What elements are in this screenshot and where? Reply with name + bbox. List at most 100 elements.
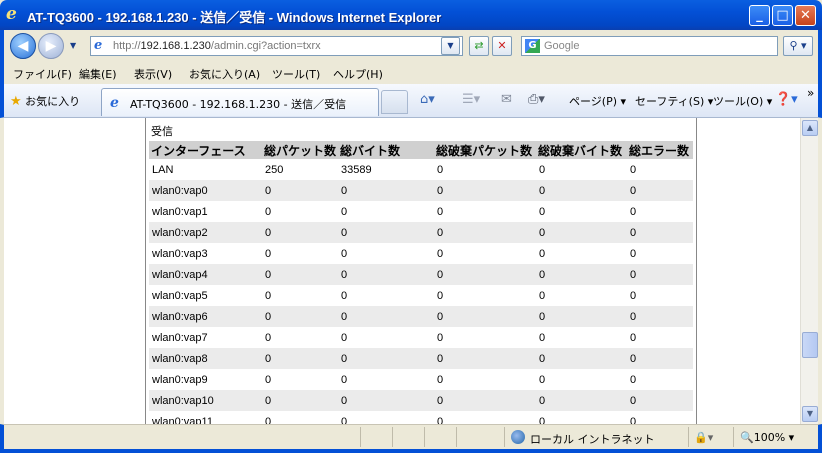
menu-help[interactable]: ヘルプ(H) [333,66,383,82]
value-cell: 0 [437,373,444,386]
status-divider [456,427,457,447]
new-tab-button[interactable] [381,90,408,114]
value-cell: 0 [539,331,546,344]
value-cell: 0 [262,264,338,285]
value-cell: 0 [630,415,637,425]
feeds-icon[interactable]: ☰▾ [462,92,480,107]
menu-favorites[interactable]: お気に入り(A) [189,66,260,82]
value-cell: 0 [434,264,536,285]
value-cell: 0 [437,331,444,344]
mail-icon[interactable]: ✉ [501,92,512,107]
protected-mode-icon[interactable]: 🔒▾ [694,431,713,444]
value-cell: 0 [262,222,338,243]
history-dropdown-icon[interactable]: ▼ [70,41,80,51]
interface-cell: wlan0:vap10 [149,390,262,411]
tab-active[interactable]: e AT-TQ3600 - 192.168.1.230 - 送信／受信 [101,88,379,116]
forward-button[interactable]: ▶ [38,33,64,59]
value-cell: 0 [437,415,444,425]
scroll-down-button[interactable]: ▼ [802,406,818,422]
table-row: wlan0:vap0 0 0 0 0 0 [149,180,693,201]
address-input[interactable]: e http://192.168.1.230/admin.cgi?action=… [90,36,463,56]
tools-menu[interactable]: ツール(O) ▾ [713,93,772,109]
scroll-up-button[interactable]: ▲ [802,120,818,136]
value-cell: 0 [630,247,637,260]
value-cell: 0 [262,306,338,327]
menu-view[interactable]: 表示(V) [134,66,172,82]
interface-cell: wlan0:vap1 [152,205,208,218]
column-header: インターフェース [149,141,262,159]
chevron-up-icon: ▲ [806,123,814,132]
value-cell: 0 [338,306,434,327]
status-divider [392,427,393,447]
vertical-scrollbar[interactable]: ▲ ▼ [800,118,818,424]
value-cell: 0 [437,247,444,260]
value-cell: 0 [341,331,348,344]
interface-cell: wlan0:vap3 [152,247,208,260]
menu-file[interactable]: ファイル(F) [13,66,72,82]
table-row: wlan0:vap6 0 0 0 0 0 [149,306,693,327]
home-icon[interactable]: ⌂▾ [420,92,435,107]
page-menu[interactable]: ページ(P) ▾ [569,93,626,109]
back-button[interactable]: ◀ [10,33,36,59]
maximize-button[interactable]: □ [772,5,793,26]
safety-menu[interactable]: セーフティ(S) ▾ [635,93,713,109]
value-cell: 0 [338,222,434,243]
value-cell: 0 [536,348,627,369]
value-cell: 0 [341,205,348,218]
value-cell: 0 [265,331,272,344]
value-cell: 0 [627,306,693,327]
value-cell: 0 [539,373,546,386]
table-row: wlan0:vap10 0 0 0 0 0 [149,390,693,411]
table-row: wlan0:vap9 0 0 0 0 0 [149,369,693,390]
search-placeholder: Google [544,40,580,52]
stop-button[interactable]: ✕ [492,36,512,56]
maximize-icon: □ [776,8,789,23]
interface-cell: wlan0:vap0 [149,180,262,201]
value-cell: 0 [341,289,348,302]
interface-cell: wlan0:vap5 [152,289,208,302]
address-toolbar: ◀ ▶ ▼ e http://192.168.1.230/admin.cgi?a… [0,30,822,61]
value-cell: 0 [338,264,434,285]
google-logo-icon: G [525,39,540,53]
table-row: wlan0:vap2 0 0 0 0 0 [149,222,693,243]
table-row: wlan0:vap8 0 0 0 0 0 [149,348,693,369]
search-input[interactable]: G Google [521,36,778,56]
menu-edit[interactable]: 編集(E) [79,66,117,82]
value-cell: 0 [338,348,434,369]
page-content: 受信 インターフェース 総パケット数 総バイト数 総破棄パケット数 総破棄バイト… [4,118,800,424]
content-border-right [696,118,697,424]
favorites-button[interactable]: ★ お気に入り [10,93,80,109]
chevron-down-icon: ▼ [447,41,454,50]
print-icon[interactable]: ⎙▾ [528,92,545,107]
status-divider [688,427,689,447]
scroll-thumb[interactable] [802,332,818,358]
table-row: wlan0:vap3 0 0 0 0 0 [149,243,693,264]
value-cell: 0 [262,348,338,369]
zoom-level[interactable]: 🔍100% ▾ [740,431,794,444]
value-cell: 0 [437,163,444,176]
help-icon[interactable]: ❓▾ [775,92,798,107]
window-title: AT-TQ3600 - 192.168.1.230 - 送信／受信 - Wind… [27,10,442,25]
value-cell: 0 [536,264,627,285]
interface-cell: wlan0:vap9 [152,373,208,386]
value-cell: 0 [341,247,348,260]
minimize-button[interactable]: _ [749,5,770,26]
close-button[interactable]: ✕ [795,5,816,26]
value-cell: 0 [539,289,546,302]
refresh-button[interactable]: ⇄ [469,36,489,56]
value-cell: 0 [630,331,637,344]
overflow-chevron-icon[interactable]: » [807,86,814,100]
value-cell: 0 [434,180,536,201]
value-cell: 0 [627,180,693,201]
menu-tools[interactable]: ツール(T) [272,66,320,82]
value-cell: 0 [630,205,637,218]
value-cell: 0 [539,415,546,425]
intranet-globe-icon [511,430,525,444]
value-cell: 0 [265,205,272,218]
search-button[interactable]: ⚲ ▾ [783,36,813,56]
ie-logo-icon: e [6,4,17,24]
address-dropdown-button[interactable]: ▼ [441,37,460,55]
tab-page-icon: e [110,95,119,111]
back-arrow-icon: ◀ [17,38,29,54]
value-cell: 0 [262,180,338,201]
